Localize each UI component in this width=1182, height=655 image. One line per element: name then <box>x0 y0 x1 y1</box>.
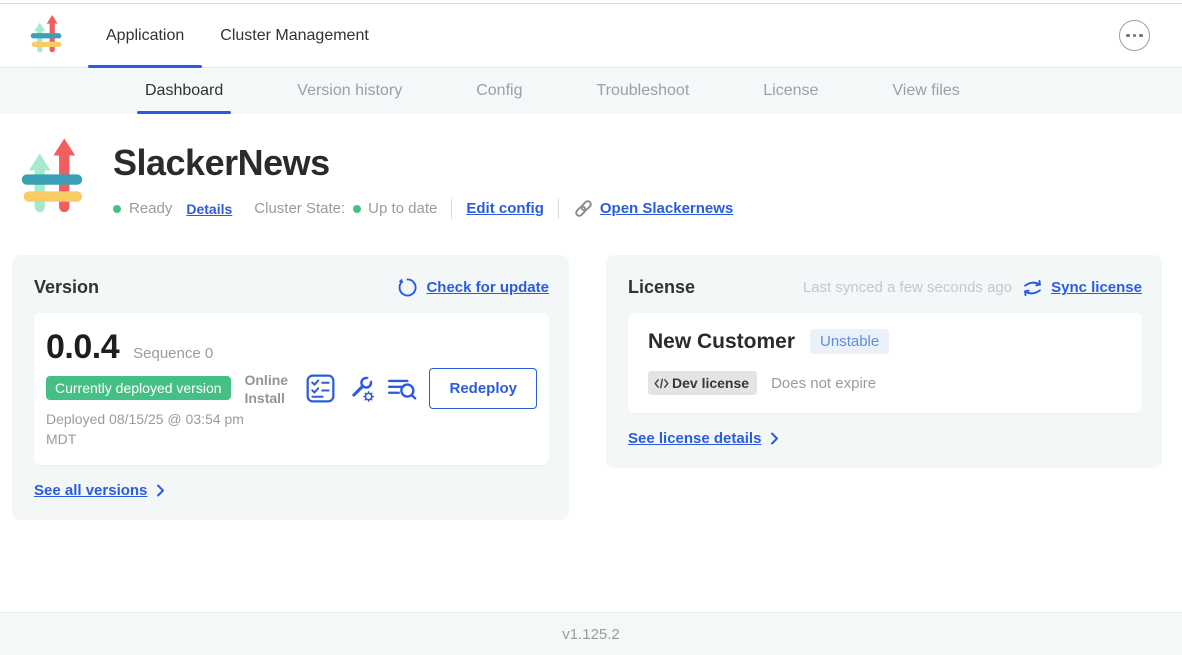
license-summary-panel: New Customer Unstable <box>628 313 1142 413</box>
refresh-history-icon <box>397 277 418 298</box>
tab-cluster-management-label: Cluster Management <box>220 27 369 45</box>
subnav-item-troubleshoot[interactable]: Troubleshoot <box>588 68 697 114</box>
license-card: License Last synced a few seconds ago <box>606 255 1162 468</box>
status-details-link[interactable]: Details <box>186 201 232 217</box>
console-version: v1.125.2 <box>562 626 620 643</box>
dashboard-cards: Version Check for update <box>0 255 1182 520</box>
sequence-label: Sequence 0 <box>133 345 213 362</box>
license-expiry: Does not expire <box>771 375 876 392</box>
vertical-divider <box>451 199 452 219</box>
version-card-title: Version <box>34 277 99 298</box>
cluster-state-value: Up to date <box>368 200 437 217</box>
console-footer: v1.125.2 <box>0 612 1182 655</box>
app-logo-small[interactable] <box>26 15 66 57</box>
tab-application-label: Application <box>106 27 184 45</box>
last-synced-text: Last synced a few seconds ago <box>803 279 1012 296</box>
config-wrench-gear-icon[interactable] <box>347 375 375 403</box>
vertical-divider <box>558 199 559 219</box>
code-brackets-icon <box>654 378 669 389</box>
license-type-badge: Dev license <box>648 371 757 395</box>
sync-arrows-icon <box>1022 279 1043 297</box>
overflow-menu-button[interactable] <box>1119 20 1150 51</box>
open-app-link[interactable]: Open Slackernews <box>600 200 733 217</box>
install-type-label: Online Install <box>244 371 294 407</box>
channel-badge: Unstable <box>810 329 889 354</box>
cluster-state-label: Cluster State: <box>254 200 345 217</box>
chain-link-icon <box>573 198 594 219</box>
redeploy-button[interactable]: Redeploy <box>429 368 537 409</box>
app-status-dot <box>113 205 121 213</box>
app-subnav: Dashboard Version history Config Trouble… <box>0 68 1182 114</box>
sync-license-link[interactable]: Sync license <box>1022 279 1142 297</box>
edit-config-link[interactable]: Edit config <box>466 200 544 217</box>
customer-name: New Customer <box>648 330 795 354</box>
tab-cluster-management[interactable]: Cluster Management <box>202 4 387 67</box>
version-number: 0.0.4 <box>46 328 119 367</box>
version-card: Version Check for update <box>12 255 569 520</box>
subnav-item-version-history[interactable]: Version history <box>289 68 410 114</box>
check-for-update-link[interactable]: Check for update <box>397 277 549 298</box>
ellipsis-icon <box>1126 34 1130 38</box>
slackernews-arrows-logo-icon <box>18 138 86 222</box>
subnav-item-view-files[interactable]: View files <box>884 68 967 114</box>
cluster-state-dot <box>353 205 361 213</box>
chevron-right-icon <box>156 483 165 498</box>
tab-application[interactable]: Application <box>88 4 202 67</box>
see-license-details-link[interactable]: See license details <box>628 430 779 447</box>
slackernews-arrows-logo-icon <box>26 15 66 57</box>
app-hero: SlackerNews Ready Details Cluster State:… <box>0 114 1182 222</box>
app-logo-large <box>18 138 86 222</box>
current-version-panel: 0.0.4 Sequence 0 Currently deployed vers… <box>34 313 549 465</box>
chevron-right-icon <box>770 431 779 446</box>
subnav-item-license[interactable]: License <box>755 68 826 114</box>
preflight-checklist-icon[interactable] <box>306 374 335 403</box>
deploy-logs-magnifier-icon[interactable] <box>387 376 417 402</box>
deployed-timestamp: Deployed 08/15/25 @ 03:54 pm MDT <box>46 409 244 450</box>
subnav-item-dashboard[interactable]: Dashboard <box>137 68 231 114</box>
app-title: SlackerNews <box>113 142 733 184</box>
dashboard-main: SlackerNews Ready Details Cluster State:… <box>0 114 1182 520</box>
top-nav-bar: Application Cluster Management <box>0 4 1182 68</box>
license-card-title: License <box>628 277 695 298</box>
see-all-versions-link[interactable]: See all versions <box>34 482 165 499</box>
admin-console-page: Application Cluster Management Dashboard… <box>0 0 1182 655</box>
subnav-item-config[interactable]: Config <box>468 68 530 114</box>
app-status-row: Ready Details Cluster State: Up to date … <box>113 198 733 219</box>
app-status-text: Ready <box>129 200 172 217</box>
top-tabs: Application Cluster Management <box>88 4 387 67</box>
currently-deployed-badge: Currently deployed version <box>46 376 231 400</box>
